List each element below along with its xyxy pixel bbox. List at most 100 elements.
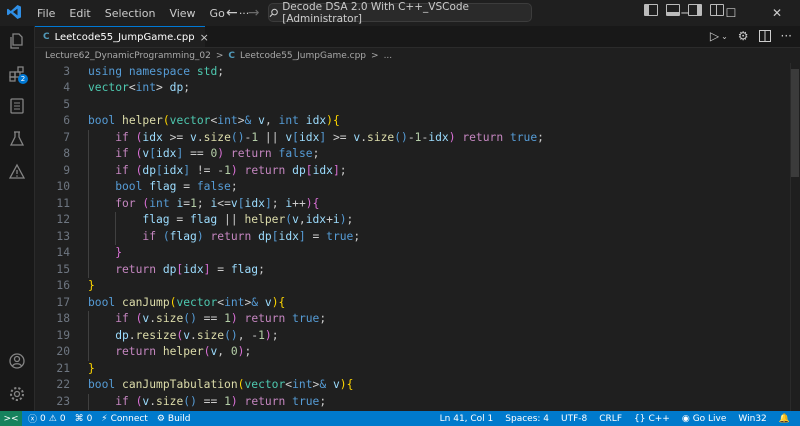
code-text: if (v.size() == 1) return true; — [115, 394, 327, 408]
warning-triangle-icon[interactable] — [7, 162, 27, 182]
more-actions-icon[interactable]: ··· — [781, 29, 792, 43]
run-play-icon[interactable]: ▷ — [710, 29, 719, 43]
code-line[interactable]: 7 if (idx >= v.size()-1 || v[idx] >= v.si… — [35, 129, 800, 146]
code-line[interactable]: 21} — [35, 361, 800, 378]
code-line[interactable]: 17 bool canJump(vector<int>& v){ — [35, 295, 800, 312]
code-text: bool canJump(vector<int>& v){ — [88, 295, 286, 309]
indent-guide — [88, 245, 89, 262]
code-line[interactable]: 20 return helper(v, 0); — [35, 344, 800, 361]
minimize-button[interactable]: ─ — [662, 0, 708, 26]
settings-gear-icon[interactable] — [7, 384, 27, 404]
indent-guide — [88, 261, 89, 278]
testing-flask-icon[interactable] — [7, 129, 27, 149]
search-icon — [269, 8, 278, 17]
cursor-position[interactable]: Ln 41, Col 1 — [440, 414, 494, 424]
menu-view[interactable]: View — [162, 7, 202, 20]
close-window-button[interactable]: ✕ — [754, 0, 800, 26]
code-line[interactable]: 22 bool canJumpTabulation(vector<int>& v)… — [35, 377, 800, 394]
indent-guide — [88, 393, 89, 410]
code-line[interactable]: 14} — [35, 245, 800, 262]
code-line[interactable]: 18 if (v.size() == 1) return true; — [35, 311, 800, 328]
explorer-icon[interactable] — [7, 31, 27, 51]
editor-actions: ▷ ⌄ ⚙ ··· — [710, 29, 792, 43]
indentation[interactable]: Spaces: 4 — [505, 414, 549, 424]
indent-guide — [88, 212, 89, 229]
indent-guide — [88, 327, 89, 344]
build-button[interactable]: ⚙ Build — [157, 414, 191, 424]
code-line[interactable]: 19 dp.resize(v.size(), -1); — [35, 327, 800, 344]
ports-indicator[interactable]: ⌘ 0 — [75, 414, 93, 424]
code-line[interactable]: 11 for (int i=1; i<=v[idx]; i++){ — [35, 195, 800, 212]
code-line[interactable]: 9 if (dp[idx] != -1) return dp[idx]; — [35, 162, 800, 179]
braces-icon: {} — [634, 413, 646, 424]
line-number: 19 — [56, 328, 70, 342]
code-text: flag = flag || helper(v,idx+i); — [142, 213, 354, 226]
go-live-button[interactable]: ◉ Go Live — [682, 414, 727, 424]
connect-button[interactable]: ⚡ Connect — [101, 414, 148, 424]
code-line[interactable]: 3 using namespace std; — [35, 64, 800, 81]
code-editor[interactable]: 3 using namespace std; 4 vector<int> dp; 5 6 b… — [35, 63, 800, 411]
activity-bar: 2 — [0, 26, 35, 411]
code-line[interactable]: 16} — [35, 278, 800, 295]
code-line[interactable]: 23 if (v.size() == 1) return true; — [35, 393, 800, 410]
toggle-primary-sidebar-icon[interactable] — [644, 4, 658, 16]
code-text: if (dp[idx] != -1) return dp[idx]; — [115, 163, 347, 177]
remote-indicator[interactable]: >< — [0, 411, 22, 426]
code-line[interactable]: 15 return dp[idx] = flag; — [35, 261, 800, 278]
menu-edit[interactable]: Edit — [62, 7, 97, 20]
build-label: Build — [167, 413, 191, 424]
code-text: bool helper(vector<int>& v, int idx){ — [88, 114, 340, 127]
platform[interactable]: Win32 — [738, 414, 766, 424]
line-number: 23 — [56, 394, 70, 408]
code-line[interactable]: 4 vector<int> dp; — [35, 80, 800, 97]
indent-guide — [88, 195, 89, 212]
navigation-arrows: ← → — [226, 2, 259, 24]
breadcrumb-folder[interactable]: Lecture62_DynamicProgramming_02 — [45, 51, 211, 61]
breadcrumb-separator: > — [371, 50, 379, 61]
run-dropdown-chevron-icon[interactable]: ⌄ — [721, 32, 728, 41]
code-line[interactable]: 5 — [35, 97, 800, 114]
forward-arrow-icon[interactable]: → — [248, 5, 260, 21]
line-number: 6 — [63, 114, 70, 127]
indent-guide — [88, 344, 89, 361]
indent-guide — [115, 228, 117, 245]
menu-file[interactable]: File — [30, 7, 62, 20]
code-line[interactable]: 12 flag = flag || helper(v,idx+i); — [35, 212, 800, 229]
line-number: 9 — [63, 163, 70, 177]
tab-close-icon[interactable]: × — [200, 31, 209, 44]
line-number: 20 — [56, 345, 70, 358]
code-text: dp.resize(v.size(), -1); — [115, 328, 279, 342]
gear-icon[interactable]: ⚙ — [738, 29, 749, 43]
breadcrumb-symbol[interactable]: ... — [384, 51, 393, 61]
breadcrumb-file[interactable]: Leetcode55_JumpGame.cpp — [240, 51, 366, 61]
notebook-icon[interactable] — [7, 96, 27, 116]
code-line[interactable]: 10 bool flag = false; — [35, 179, 800, 196]
encoding[interactable]: UTF-8 — [561, 414, 587, 424]
maximize-button[interactable]: ☐ — [708, 0, 754, 26]
language-mode[interactable]: {} C++ — [634, 414, 670, 424]
back-arrow-icon[interactable]: ← — [226, 5, 238, 21]
indent-guide — [88, 311, 89, 328]
code-line[interactable]: 8 if (v[idx] == 0) return false; — [35, 146, 800, 163]
radio-tower-icon: ⌘ — [74, 413, 84, 424]
tab-leetcode55[interactable]: C Leetcode55_JumpGame.cpp × — [35, 26, 209, 47]
notifications-bell-icon[interactable]: 🔔 — [779, 414, 790, 424]
warning-icon: ⚠ — [48, 413, 57, 424]
command-center-search[interactable]: Decode DSA 2.0 With C++_VSCode [Administ… — [268, 1, 532, 25]
tab-label: Leetcode55_JumpGame.cpp — [54, 31, 195, 43]
line-number: 3 — [63, 64, 70, 78]
code-line[interactable]: 6 bool helper(vector<int>& v, int idx){ — [35, 113, 800, 130]
problems-indicator[interactable]: ⓧ 0 ⚠ 0 — [28, 412, 66, 426]
code-line[interactable]: 13 if (flag) return dp[idx] = true; — [35, 228, 800, 245]
title-bar: File Edit Selection View Go ··· ← → Deco… — [0, 0, 800, 27]
end-of-line[interactable]: CRLF — [599, 414, 622, 424]
menu-selection[interactable]: Selection — [98, 7, 163, 20]
code-text: return dp[idx] = flag; — [115, 262, 265, 276]
line-number: 8 — [63, 147, 70, 160]
line-number: 7 — [63, 130, 70, 144]
language-label: C++ — [648, 413, 670, 424]
code-text: } — [88, 361, 95, 375]
account-icon[interactable] — [7, 351, 27, 371]
split-editor-icon[interactable] — [758, 30, 771, 42]
breadcrumb: Lecture62_DynamicProgramming_02 > C Leet… — [35, 48, 800, 63]
